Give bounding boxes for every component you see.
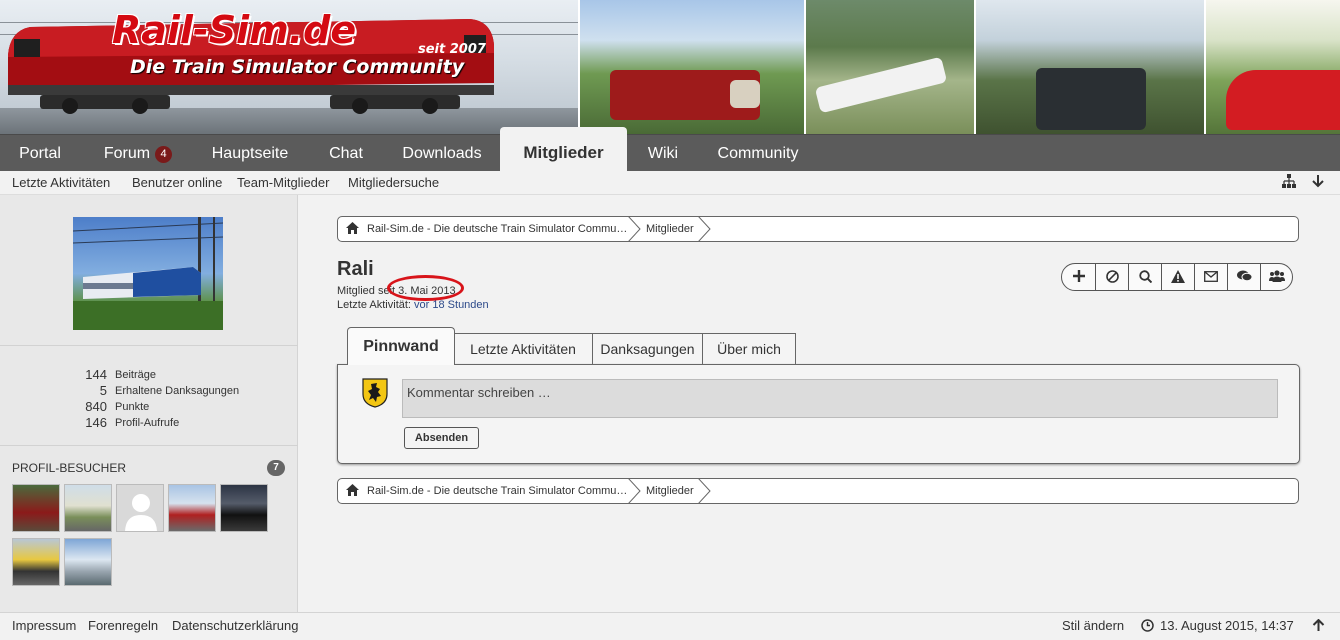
breadcrumb-item-home[interactable]: Rail-Sim.de - Die deutsche Train Simulat… — [367, 223, 627, 235]
user-avatar[interactable] — [73, 217, 223, 330]
breadcrumb: Rail-Sim.de - Die deutsche Train Simulat… — [337, 216, 1299, 242]
tab-letzte-aktivitaeten[interactable]: Letzte Aktivitäten — [454, 333, 593, 365]
nav-item-hauptseite[interactable]: Hauptseite — [198, 135, 302, 172]
arrow-up-icon[interactable] — [1312, 618, 1325, 635]
comment-input[interactable]: Kommentar schreiben … — [402, 379, 1278, 418]
stat-danksagungen-value: 5 — [99, 383, 107, 398]
plus-icon[interactable] — [1062, 264, 1095, 290]
breadcrumb-item-mitglieder[interactable]: Mitglieder — [646, 223, 694, 235]
header-photo-v200-locomotive — [578, 0, 804, 134]
train-shape — [730, 80, 760, 108]
last-activity: Letzte Aktivität: vor 18 Stunden — [337, 299, 489, 311]
stat-beitraege-label[interactable]: Beiträge — [115, 369, 156, 381]
profile-visitors-title: PROFIL-BESUCHER — [12, 461, 127, 475]
visitor-avatar[interactable] — [12, 484, 60, 532]
breadcrumb-item-mitglieder[interactable]: Mitglieder — [646, 485, 694, 497]
logo-subtitle: Die Train Simulator Community — [130, 56, 465, 78]
wall-panel: Kommentar schreiben … Absenden — [337, 364, 1300, 464]
search-icon[interactable] — [1128, 264, 1161, 290]
stat-profilaufrufe-label: Profil-Aufrufe — [115, 417, 180, 429]
tab-pinnwand[interactable]: Pinnwand — [347, 327, 455, 365]
stat-punkte-label: Punkte — [115, 401, 150, 413]
site-header: Rail-Sim.de Die Train Simulator Communit… — [0, 0, 1340, 134]
page-footer: Impressum Forenregeln Datenschutzerkläru… — [0, 612, 1340, 640]
subnav-mitgliedersuche[interactable]: Mitgliedersuche — [348, 175, 439, 190]
nav-item-forum[interactable]: Forum 4 — [88, 135, 188, 172]
arrow-down-icon[interactable] — [1311, 174, 1325, 192]
visitor-avatar[interactable] — [220, 484, 268, 532]
nav-item-wiki[interactable]: Wiki — [636, 135, 690, 172]
stat-danksagungen-label[interactable]: Erhaltene Danksagungen — [115, 385, 239, 397]
visitor-avatar[interactable] — [168, 484, 216, 532]
stat-punkte-value: 840 — [85, 399, 107, 414]
chat-icon[interactable] — [1227, 264, 1260, 290]
stat-profilaufrufe-value: 146 — [85, 415, 107, 430]
tab-ueber-mich[interactable]: Über mich — [703, 333, 796, 365]
subnav-letzte-aktivitaeten[interactable]: Letzte Aktivitäten — [12, 175, 110, 190]
envelope-icon[interactable] — [1194, 264, 1227, 290]
breadcrumb-separator — [698, 216, 711, 242]
last-activity-label: Letzte Aktivität: — [337, 299, 411, 311]
tab-danksagungen[interactable]: Danksagungen — [593, 333, 703, 365]
sidebar-divider — [0, 345, 298, 346]
footer-style-switcher[interactable]: Stil ändern — [1062, 618, 1124, 633]
nav-item-chat[interactable]: Chat — [312, 135, 380, 172]
sitemap-icon[interactable] — [1282, 174, 1296, 192]
train-shape — [1226, 70, 1340, 130]
logo-since: seit 2007 — [418, 42, 486, 57]
annotation-circle — [387, 275, 464, 301]
profile-sidebar: 144 Beiträge 5 Erhaltene Danksagungen 84… — [0, 195, 298, 612]
breadcrumb-separator — [628, 216, 641, 242]
header-photo-diesel-shunter — [974, 0, 1204, 134]
visitor-avatar[interactable] — [12, 538, 60, 586]
subnav-team-mitglieder[interactable]: Team-Mitglieder — [237, 175, 329, 190]
breadcrumb-bottom: Rail-Sim.de - Die deutsche Train Simulat… — [337, 478, 1299, 504]
footer-link-impressum[interactable]: Impressum — [12, 618, 76, 633]
warning-icon[interactable] — [1161, 264, 1194, 290]
main-content: Rail-Sim.de - Die deutsche Train Simulat… — [299, 195, 1340, 612]
train-shape — [814, 56, 948, 114]
profile-actions-toolbar — [1061, 263, 1293, 291]
nav-item-community[interactable]: Community — [704, 135, 812, 172]
main-navigation: Portal Forum 4 Hauptseite Chat Downloads … — [0, 127, 1340, 172]
nav-item-label: Forum — [103, 145, 151, 162]
nav-item-downloads[interactable]: Downloads — [390, 135, 494, 172]
home-icon[interactable] — [346, 484, 359, 499]
train-shape — [1036, 68, 1146, 130]
breadcrumb-item-home[interactable]: Rail-Sim.de - Die deutsche Train Simulat… — [367, 485, 627, 497]
nav-item-mitglieder[interactable]: Mitglieder — [500, 127, 627, 172]
footer-datetime: 13. August 2015, 14:37 — [1160, 618, 1294, 633]
block-icon[interactable] — [1095, 264, 1128, 290]
profile-visitors-count-badge: 7 — [267, 460, 285, 476]
profile-username: Rali — [337, 258, 374, 280]
stat-beitraege-value: 144 — [85, 367, 107, 382]
nav-item-portal[interactable]: Portal — [0, 135, 80, 172]
breadcrumb-separator — [628, 478, 641, 504]
header-photo-ice-train — [804, 0, 974, 134]
logo-title[interactable]: Rail-Sim.de — [112, 8, 356, 52]
group-icon[interactable] — [1260, 264, 1292, 290]
home-icon[interactable] — [346, 222, 359, 237]
breadcrumb-separator — [698, 478, 711, 504]
user-crest-avatar — [362, 378, 388, 408]
header-photo-red-emu — [1204, 0, 1340, 134]
send-button[interactable]: Absenden — [404, 427, 479, 449]
visitor-avatar-placeholder[interactable] — [116, 484, 164, 532]
clock-icon — [1141, 619, 1154, 635]
subnav-benutzer-online[interactable]: Benutzer online — [132, 175, 222, 190]
sub-navigation: Letzte Aktivitäten Benutzer online Team-… — [0, 171, 1340, 195]
visitor-avatar[interactable] — [64, 484, 112, 532]
forum-notification-badge: 4 — [155, 146, 173, 163]
footer-link-forenregeln[interactable]: Forenregeln — [88, 618, 158, 633]
footer-link-datenschutz[interactable]: Datenschutzerklärung — [172, 618, 298, 633]
sidebar-divider — [0, 445, 298, 446]
visitor-avatar[interactable] — [64, 538, 112, 586]
